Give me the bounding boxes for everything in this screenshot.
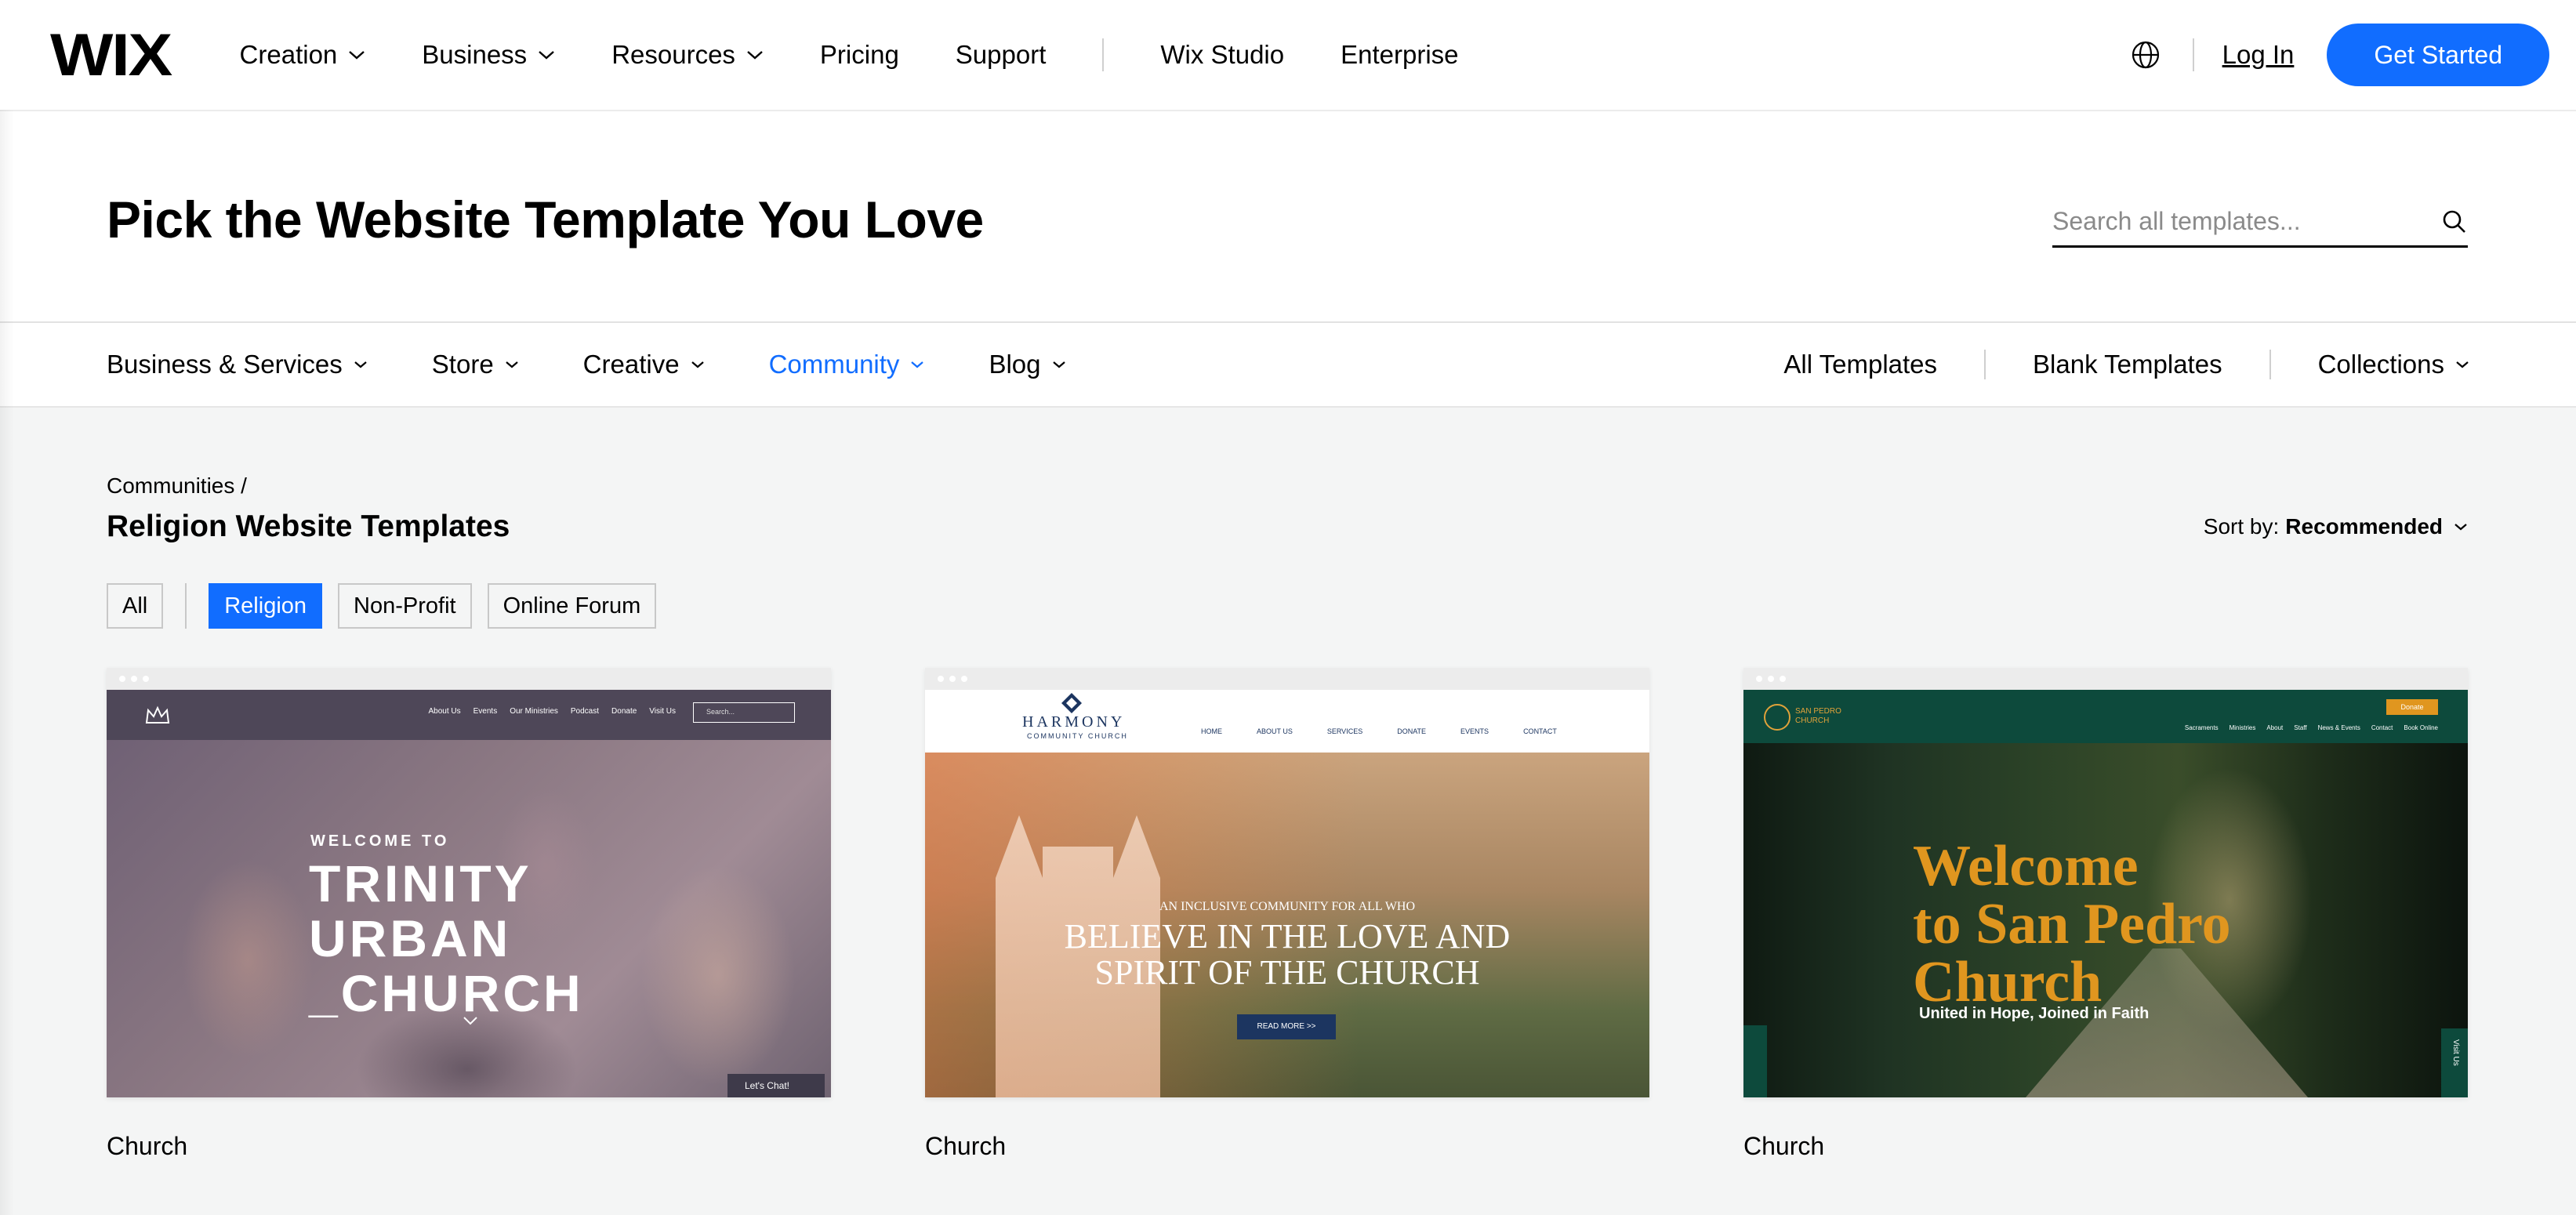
preview-welcome: WELCOME TO — [310, 832, 450, 850]
chevron-down-icon — [691, 360, 705, 369]
preview-logo: SAN PEDRO CHURCH — [1795, 707, 1841, 725]
chevron-down-icon — [505, 360, 519, 369]
preview-menu: About Us Events Our Ministries Podcast D… — [428, 702, 795, 723]
nav-creation[interactable]: Creation — [240, 40, 366, 70]
preview-donate: Donate — [2386, 699, 2438, 715]
preview-sub: AN INCLUSIVE COMMUNITY FOR ALL WHO — [1159, 900, 1416, 913]
nav-enterprise[interactable]: Enterprise — [1341, 40, 1458, 70]
category-blog[interactable]: Blog — [989, 350, 1065, 379]
preview-logo: HARMONY — [1022, 713, 1126, 731]
preview-social-bar — [1743, 1025, 1767, 1097]
browser-bar — [1743, 668, 2468, 690]
hero-header: Pick the Website Template You Love — [0, 110, 2576, 323]
preview-harmony: HARMONY COMMUNITY CHURCH HOME ABOUT US S… — [925, 690, 1649, 1097]
globe-icon[interactable] — [2130, 39, 2161, 71]
template-name: Church — [107, 1132, 188, 1160]
template-search — [2052, 198, 2468, 248]
preview-trinity: About Us Events Our Ministries Podcast D… — [107, 690, 831, 1097]
template-name: Church — [1743, 1132, 1825, 1160]
category-bar: Business & Services Store Creative Commu… — [0, 323, 2576, 408]
category-community[interactable]: Community — [769, 350, 925, 379]
section-title: Religion Website Templates — [107, 510, 510, 543]
chevron-down-icon — [2455, 360, 2469, 369]
sort-label: Sort by: — [2203, 514, 2280, 539]
preview-tagline: United in Hope, Joined in Faith — [1919, 1005, 2150, 1022]
preview-san-pedro: SAN PEDRO CHURCH Donate Sacraments Minis… — [1743, 690, 2468, 1097]
crown-icon — [145, 705, 170, 724]
chevron-down-icon — [1052, 360, 1066, 369]
template-name: Church — [925, 1132, 1007, 1160]
template-preview[interactable]: HARMONY COMMUNITY CHURCH HOME ABOUT US S… — [925, 668, 1649, 1097]
nav-business[interactable]: Business — [422, 40, 555, 70]
browser-bar — [925, 668, 1649, 690]
template-preview[interactable]: About Us Events Our Ministries Podcast D… — [107, 668, 831, 1097]
template-preview[interactable]: SAN PEDRO CHURCH Donate Sacraments Minis… — [1743, 668, 2468, 1097]
page-edge-shadow — [0, 110, 14, 1215]
all-templates-link[interactable]: All Templates — [1783, 350, 1937, 379]
template-card[interactable]: HARMONY COMMUNITY CHURCH HOME ABOUT US S… — [925, 668, 1649, 1161]
preview-visit: Visit Us — [2441, 1028, 2468, 1097]
template-card[interactable]: About Us Events Our Ministries Podcast D… — [107, 668, 831, 1161]
chevron-down-icon — [910, 360, 924, 369]
chevron-down-icon — [348, 49, 365, 60]
search-icon[interactable] — [2441, 209, 2468, 235]
filter-online-forum[interactable]: Online Forum — [487, 583, 657, 629]
collections-dropdown[interactable]: Collections — [2318, 350, 2469, 379]
preview-headline: Welcome to San Pedro Church — [1913, 834, 2231, 1014]
chat-badge: Let's Chat! — [727, 1074, 825, 1097]
browser-bar — [107, 668, 831, 690]
chevron-down-icon — [354, 360, 368, 369]
breadcrumb[interactable]: Communities / — [107, 473, 247, 499]
preview-headline: TRINITY URBAN _CHURCH — [309, 854, 584, 1022]
wix-logo[interactable]: WIX — [50, 21, 172, 89]
nav-divider — [1102, 38, 1105, 71]
filter-non-profit[interactable]: Non-Profit — [338, 583, 472, 629]
sort-dropdown[interactable]: Sort by: Recommended — [2204, 514, 2468, 539]
filter-chips: All Religion Non-Profit Online Forum — [107, 583, 672, 629]
nav-resources[interactable]: Resources — [611, 40, 764, 70]
category-business-services[interactable]: Business & Services — [107, 350, 368, 379]
nav-divider — [2192, 38, 2194, 71]
harmony-logo-icon — [1061, 693, 1082, 713]
preview-menu: Sacraments Ministries About Staff News &… — [2184, 724, 2438, 731]
filter-all[interactable]: All — [107, 583, 164, 629]
chevron-down-icon — [538, 49, 555, 60]
template-card[interactable]: SAN PEDRO CHURCH Donate Sacraments Minis… — [1743, 668, 2468, 1161]
preview-menu: HOME ABOUT US SERVICES DONATE EVENTS CON… — [1201, 727, 1557, 735]
blank-templates-link[interactable]: Blank Templates — [2033, 350, 2222, 379]
category-bar-right: All Templates Blank Templates Collection… — [1783, 350, 2469, 379]
preview-logo-icon — [1764, 704, 1791, 731]
category-divider — [1984, 350, 1986, 379]
nav-wix-studio[interactable]: Wix Studio — [1160, 40, 1284, 70]
preview-logo-sub: COMMUNITY CHURCH — [1027, 732, 1128, 740]
category-creative[interactable]: Creative — [583, 350, 705, 379]
category-store[interactable]: Store — [432, 350, 519, 379]
chevron-down-icon — [463, 1017, 477, 1025]
filter-religion[interactable]: Religion — [209, 583, 323, 629]
get-started-button[interactable]: Get Started — [2327, 24, 2549, 86]
sort-value: Recommended — [2285, 514, 2443, 539]
filter-divider — [185, 583, 187, 629]
login-link[interactable]: Log In — [2222, 40, 2295, 70]
nav-pricing[interactable]: Pricing — [820, 40, 899, 70]
page-heading: Pick the Website Template You Love — [107, 190, 984, 248]
chevron-down-icon — [746, 49, 764, 60]
nav-right: Log In Get Started — [2130, 24, 2549, 86]
preview-headline: BELIEVE IN THE LOVE AND SPIRIT OF THE CH… — [1064, 917, 1511, 992]
category-divider — [2269, 350, 2271, 379]
chevron-down-icon — [2454, 522, 2468, 531]
nav-support[interactable]: Support — [956, 40, 1047, 70]
preview-button: READ MORE >> — [1237, 1014, 1336, 1039]
top-navigation: WIX Creation Business Resources Pricing … — [0, 0, 2576, 110]
search-input[interactable] — [2052, 207, 2441, 236]
